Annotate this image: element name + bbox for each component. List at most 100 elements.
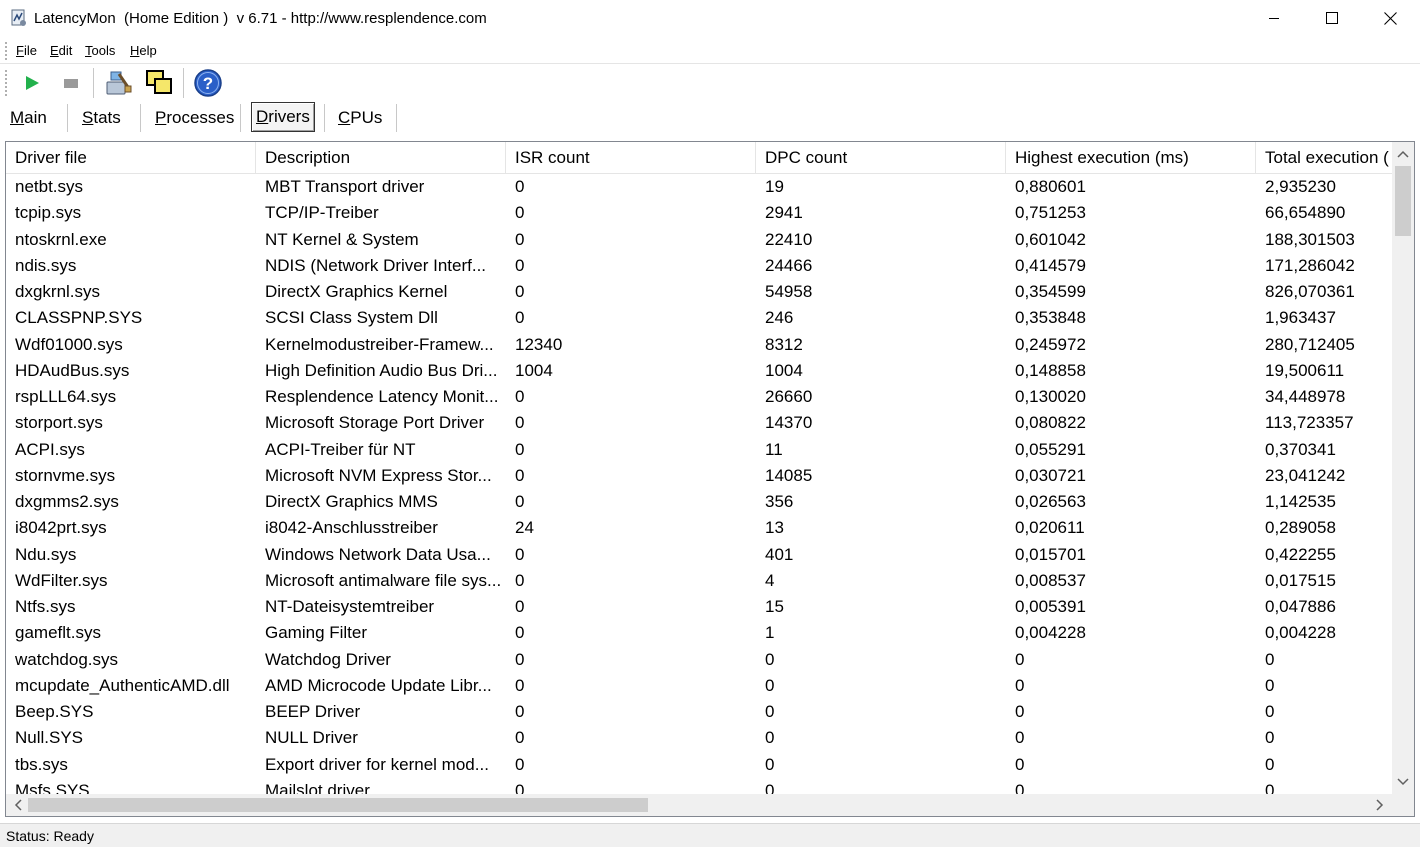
table-row[interactable]: Beep.SYS BEEP Driver 0 0 0 0 (6, 699, 1392, 725)
col-isr-count-header[interactable]: ISR count (506, 142, 756, 174)
play-icon (26, 76, 39, 90)
col-total-execution-cell: 826,070361 (1265, 282, 1355, 301)
help-button[interactable]: ? (192, 66, 224, 100)
table-row[interactable]: tcpip.sys TCP/IP-Treiber 0 2941 0,751253 66,6… (6, 200, 1392, 226)
status-text: Status: Ready (6, 828, 94, 844)
scroll-up-button[interactable] (1392, 144, 1414, 164)
col-isr-count-cell: 0 (515, 229, 525, 249)
col-driver-file-cell: tcpip.sys (15, 203, 82, 223)
col-dpc-count-cell: 1004 (765, 360, 803, 380)
drivers-list-view[interactable]: Driver file Description ISR count DPC count… (5, 141, 1415, 817)
col-total-execution-cell: 0 (1265, 649, 1275, 669)
table-row[interactable]: dxgmms2.sys DirectX Graphics MMS 0 356 0,026… (6, 489, 1392, 515)
col-total-execution-cell: 0 (1265, 754, 1275, 774)
scroll-down-button[interactable] (1392, 772, 1414, 792)
col-total-execution-cell: 66,654890 (1265, 203, 1346, 223)
col-isr-count-cell: 0 (515, 413, 525, 433)
tools-button[interactable] (102, 66, 134, 100)
col-driver-file-cell: rspLLL64.sys (15, 387, 117, 406)
tab-cpus[interactable]: C PUs (334, 102, 386, 133)
table-row[interactable]: WdFilter.sys Microsoft antimalware file s… (6, 568, 1392, 594)
col-total-execution-header[interactable]: Total execution ( (1256, 142, 1392, 174)
col-isr-count-cell: 0 (515, 282, 525, 301)
table-row[interactable]: HDAudBus.sys High Definition Audio Bus Dr… (6, 358, 1392, 384)
table-row[interactable]: ntoskrnl.exe NT Kernel & System 0 22410 0,60… (6, 227, 1392, 253)
col-total-execution-cell: 113,723357 (1265, 413, 1354, 433)
minimize-button[interactable] (1245, 0, 1303, 36)
table-row[interactable]: Wdf01000.sys Kernelmodustreiber-Framew...… (6, 332, 1392, 358)
start-button[interactable] (16, 66, 48, 100)
close-button[interactable] (1361, 0, 1419, 36)
horizontal-scroll-thumb[interactable] (28, 798, 648, 812)
tab-separator (396, 104, 397, 132)
table-row[interactable]: mcupdate_AuthenticAMD.dll AMD Microcode U… (6, 673, 1392, 699)
menu-edit[interactable]: Edit (50, 43, 72, 58)
col-dpc-count-header[interactable]: DPC count (756, 142, 1006, 174)
col-driver-file-cell: storport.sys (15, 413, 103, 433)
vertical-scroll-thumb[interactable] (1395, 166, 1411, 236)
col-dpc-count-cell: 8312 (765, 334, 803, 354)
chevron-right-icon (1376, 799, 1384, 811)
menu-file[interactable]: File (16, 43, 37, 58)
title-bar: LatencyMon (Home Edition ) v 6.71 - http… (0, 0, 1420, 38)
col-description-header[interactable]: Description (256, 142, 506, 174)
col-isr-count-cell: 0 (515, 675, 525, 695)
col-isr-count-cell: 0 (515, 492, 525, 511)
chevron-left-icon (14, 799, 22, 811)
col-highest-execution-header[interactable]: Highest execution (ms) (1006, 142, 1256, 174)
col-isr-count-cell: 0 (515, 177, 525, 196)
table-row[interactable]: ACPI.sys ACPI-Treiber für NT 0 11 0,055291 0,… (6, 437, 1392, 463)
menu-edit-label: dit (58, 43, 73, 58)
col-highest-execution-cell: 0,015701 (1015, 544, 1086, 564)
table-row[interactable]: rspLLL64.sys Resplendence Latency Monit..… (6, 384, 1392, 410)
menu-grip[interactable] (5, 42, 8, 60)
tab-drivers-accel: D (256, 107, 269, 126)
tab-processes[interactable]: Processes (151, 102, 238, 133)
menu-tools-label: ools (91, 43, 116, 58)
col-isr-count-cell: 24 (515, 518, 534, 538)
tab-processes-label: rocesses (166, 107, 235, 127)
table-row[interactable]: storport.sys Microsoft Storage Port Drive… (6, 410, 1392, 436)
toolbar-grip[interactable] (5, 70, 8, 96)
menu-tools[interactable]: Tools (85, 43, 115, 58)
col-isr-count-cell: 0 (515, 623, 525, 643)
table-row[interactable]: Ntfs.sys NT-Dateisystemtreiber 0 15 0,005391… (6, 594, 1392, 620)
table-row[interactable]: stornvme.sys Microsoft NVM Express Stor..… (6, 463, 1392, 489)
col-isr-count-cell: 0 (515, 255, 525, 275)
stop-button[interactable] (55, 66, 87, 100)
col-highest-execution-cell: 0 (1015, 702, 1025, 721)
col-total-execution-cell: 0 (1265, 780, 1275, 794)
menu-help[interactable]: Help (130, 43, 157, 58)
col-description-cell: Microsoft Storage Port Driver (265, 413, 485, 433)
col-isr-count-cell: 0 (515, 728, 525, 748)
maximize-button[interactable] (1303, 0, 1361, 36)
tab-separator (324, 104, 325, 132)
table-row[interactable]: i8042prt.sys i8042-Anschlusstreiber 24 13 0,… (6, 515, 1392, 541)
table-row[interactable]: gameflt.sys Gaming Filter 0 1 0,004228 0,0042… (6, 620, 1392, 646)
col-driver-file-header[interactable]: Driver file (6, 142, 256, 174)
tab-main[interactable]: Main (6, 102, 51, 133)
table-row[interactable]: netbt.sys MBT Transport driver 0 19 0,880601… (6, 174, 1392, 200)
scroll-right-button[interactable] (1370, 794, 1390, 816)
horizontal-scrollbar[interactable] (6, 794, 1392, 816)
scroll-left-button[interactable] (8, 794, 28, 816)
col-dpc-count-cell: 54958 (765, 282, 813, 301)
table-row[interactable]: watchdog.sys Watchdog Driver 0 0 0 0 (6, 647, 1392, 673)
col-dpc-count-cell: 26660 (765, 387, 813, 406)
tab-stats[interactable]: Stats (78, 102, 125, 133)
table-row[interactable]: Msfs.SYS Mailslot driver 0 0 0 0 (6, 778, 1392, 794)
tab-drivers[interactable]: Drivers (251, 102, 315, 132)
col-description-cell: Export driver for kernel mod... (265, 754, 489, 774)
table-row[interactable]: Ndu.sys Windows Network Data Usa... 0 401 0,… (6, 542, 1392, 568)
vertical-scrollbar[interactable] (1392, 142, 1414, 794)
col-highest-execution-cell: 0,055291 (1015, 439, 1086, 459)
table-row[interactable]: CLASSPNP.SYS SCSI Class System Dll 0 246 0,3… (6, 305, 1392, 331)
table-row[interactable]: tbs.sys Export driver for kernel mod... 0 0… (6, 752, 1392, 778)
col-dpc-count-cell: 1 (765, 623, 775, 643)
table-row[interactable]: dxgkrnl.sys DirectX Graphics Kernel 0 54958… (6, 279, 1392, 305)
col-driver-file-cell: ntoskrnl.exe (15, 229, 107, 249)
table-row[interactable]: Null.SYS NULL Driver 0 0 0 0 (6, 725, 1392, 751)
tab-separator (240, 104, 241, 132)
windows-button[interactable] (143, 66, 175, 100)
table-row[interactable]: ndis.sys NDIS (Network Driver Interf... 0 2… (6, 253, 1392, 279)
